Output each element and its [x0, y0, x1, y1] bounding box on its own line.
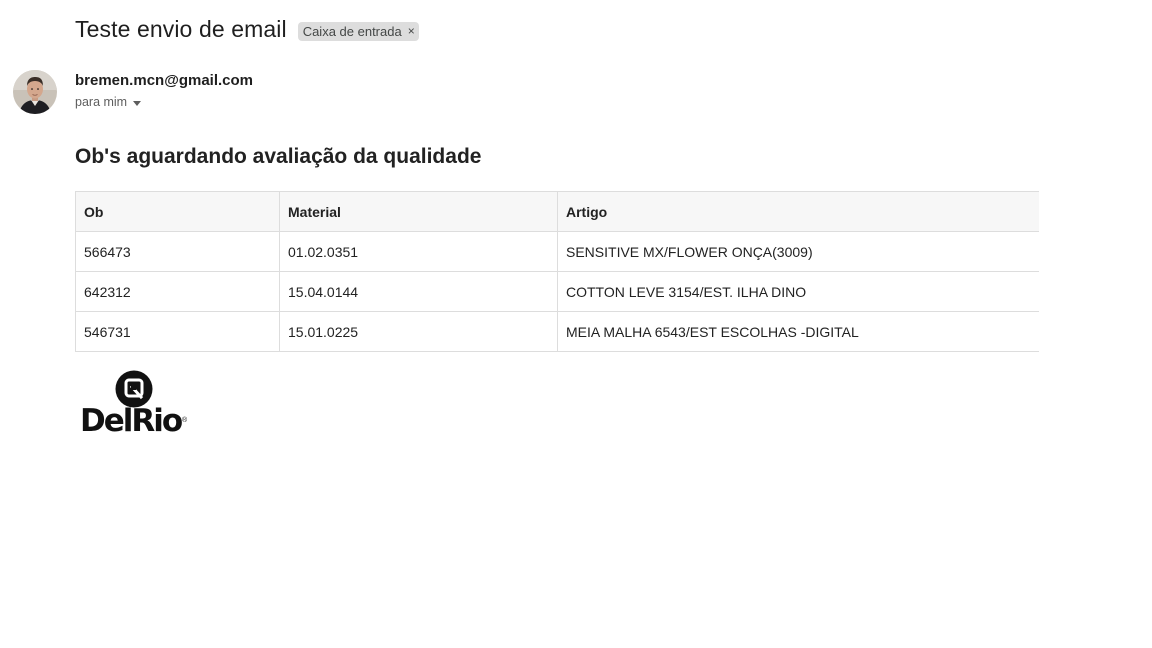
remove-label-icon[interactable]: × [408, 25, 415, 37]
cell-ob: 546731 [75, 311, 280, 352]
table-row: 642312 15.04.0144 COTTON LEVE 3154/EST. … [75, 271, 1039, 312]
logo-wordmark: DelRio [80, 403, 183, 439]
cell-artigo: SENSITIVE MX/FLOWER ONÇA(3009) [557, 231, 1039, 272]
cell-ob: 642312 [75, 271, 280, 312]
table-row: 566473 01.02.0351 SENSITIVE MX/FLOWER ON… [75, 231, 1039, 272]
chevron-down-icon[interactable] [133, 100, 142, 106]
recipient-text: para mim [75, 95, 128, 109]
cell-material: 15.04.0144 [279, 271, 558, 312]
cell-ob: 566473 [75, 231, 280, 272]
sender-avatar[interactable] [13, 70, 57, 114]
subject-row: Teste envio de email Caixa de entrada × [75, 16, 419, 43]
recipient-details-toggle[interactable]: para mim [75, 95, 142, 109]
label-chip-text: Caixa de entrada [302, 23, 402, 39]
column-header-artigo: Artigo [557, 191, 1039, 232]
table-row: 546731 15.01.0225 MEIA MALHA 6543/EST ES… [75, 311, 1039, 352]
sender-address: bremen.mcn@gmail.com [75, 72, 254, 89]
table-header-row: Ob Material Artigo [75, 191, 1039, 232]
email-body-heading: Ob's aguardando avaliação da qualidade [75, 145, 482, 168]
email-subject: Teste envio de email [75, 16, 287, 42]
inbox-label-chip[interactable]: Caixa de entrada × [297, 21, 419, 41]
registered-mark: ® [182, 417, 188, 424]
cell-artigo: COTTON LEVE 3154/EST. ILHA DINO [557, 271, 1039, 312]
column-header-material: Material [279, 191, 558, 232]
email-view: Teste envio de email Caixa de entrada × … [0, 0, 1152, 648]
column-header-ob: Ob [75, 191, 280, 232]
cell-artigo: MEIA MALHA 6543/EST ESCOLHAS -DIGITAL [557, 311, 1039, 352]
cell-material: 01.02.0351 [279, 231, 558, 272]
cell-material: 15.01.0225 [279, 311, 558, 352]
ob-table: Ob Material Artigo 566473 01.02.0351 SEN… [75, 191, 1039, 352]
delrio-logo: DelRio ® [80, 370, 192, 442]
avatar-photo-icon [13, 70, 57, 114]
